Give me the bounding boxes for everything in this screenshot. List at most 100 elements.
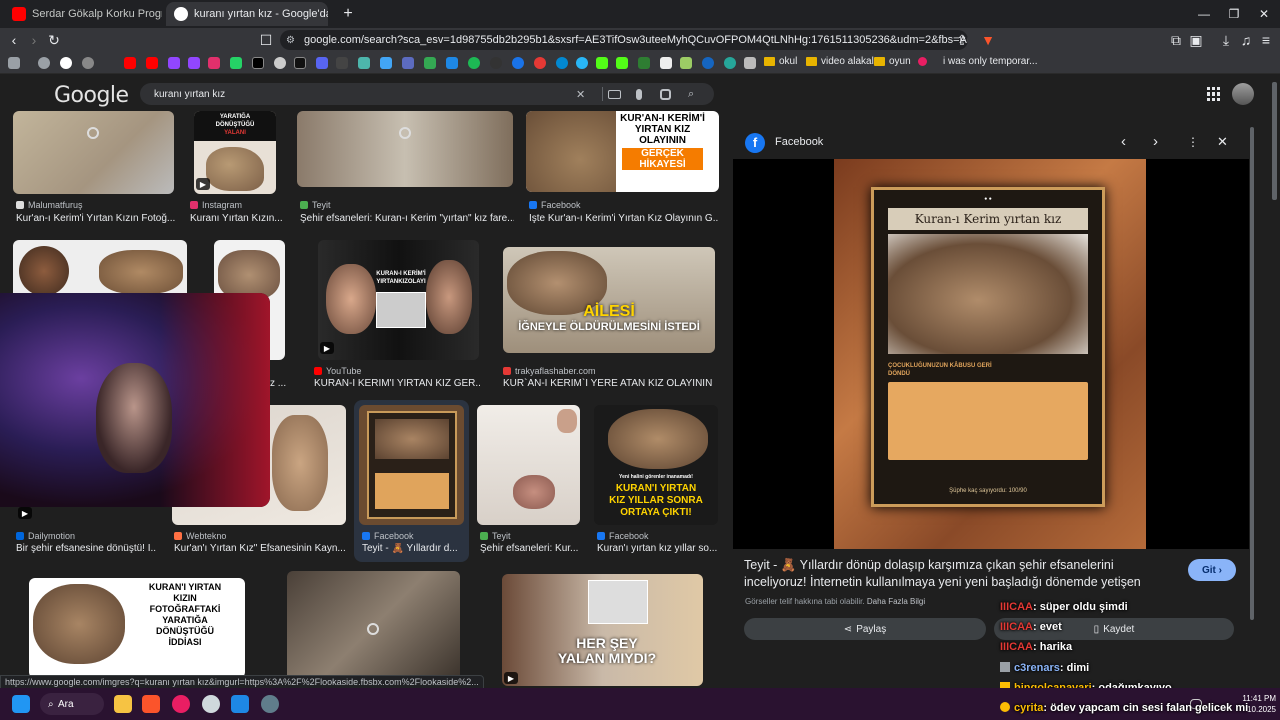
twitch-icon[interactable]	[188, 57, 200, 69]
result-thumbnail[interactable]: AİLESİ İĞNEYLE ÖLDÜRÜLMESİNİ İSTEDİ	[503, 247, 715, 353]
preview-image[interactable]: ● ● Kuran-ı Kerim yırtan kız ÇOCUKLUĞUNU…	[733, 159, 1249, 549]
page-scrollbar[interactable]	[1272, 82, 1277, 200]
history-icon[interactable]	[38, 57, 50, 69]
bookmark-icon[interactable]	[744, 57, 756, 69]
extensions-icon[interactable]: ⧉	[1166, 30, 1186, 50]
result-source[interactable]: trakyaflashaber.com	[503, 366, 596, 376]
site-settings-icon[interactable]: ⚙	[286, 35, 295, 46]
next-icon[interactable]: ›	[1153, 133, 1158, 150]
result-thumbnail[interactable]: KURAN-I KERİM'İ YIRTANKIZOLAYI ▶	[318, 240, 479, 360]
tiktok-icon[interactable]	[294, 57, 306, 69]
result-source[interactable]: YouTube	[314, 366, 361, 376]
address-bar[interactable]: ⚙ google.com/search?sca_esv=1d98755db2b2…	[280, 30, 968, 50]
download-icon[interactable]: ⤓	[1216, 30, 1236, 50]
close-icon[interactable]: ✕	[1217, 134, 1228, 150]
result-thumbnail[interactable]	[13, 111, 174, 194]
microphone-icon[interactable]	[636, 88, 642, 100]
result-title[interactable]: Kur'an'ı Yırtan Kız" Efsanesinin Kayn...	[174, 543, 346, 554]
lens-icon[interactable]	[660, 88, 671, 100]
minimize-button[interactable]: —	[1188, 0, 1220, 28]
result-source[interactable]: Dailymotion	[16, 531, 75, 541]
result-title[interactable]: Teyit - 🧸 Yıllardır d...	[362, 543, 464, 554]
photos-icon[interactable]	[231, 695, 249, 713]
forward-icon[interactable]: ›	[24, 30, 44, 50]
result-thumbnail[interactable]: KUR'AN-I KERİM'İ YIRTAN KIZ OLAYININ GERÇE…	[526, 111, 719, 192]
instagram-icon[interactable]	[208, 57, 220, 69]
apps-grid-icon[interactable]	[1207, 87, 1221, 101]
windows-start-icon[interactable]	[12, 695, 30, 713]
result-source[interactable]: Facebook	[529, 200, 581, 210]
result-thumbnail[interactable]: HER ŞEY YALAN MIYDI? ▶	[502, 574, 703, 686]
youtube-icon[interactable]	[124, 57, 136, 69]
image-description[interactable]: Teyit - 🧸 Yıllardır dönüp dolaşıp karşım…	[744, 557, 1174, 591]
kick-icon[interactable]	[596, 57, 608, 69]
tab-youtube[interactable]: Serdar Gökalp Korku Programı Bi	[4, 2, 162, 26]
result-title[interactable]: Bir şehir efsanesine dönüştü! İ...	[16, 543, 156, 554]
more-options-icon[interactable]: ⋮	[1187, 135, 1199, 149]
bookmark-temporary[interactable]: i was only temporar...	[918, 56, 1037, 67]
whatsapp-icon[interactable]	[230, 57, 242, 69]
more-info-link[interactable]: Daha Fazla Bilgi	[867, 597, 925, 606]
google-logo[interactable]: Google	[54, 83, 129, 108]
bookmark-icon[interactable]	[336, 57, 348, 69]
result-source[interactable]: Instagram	[190, 200, 242, 210]
bookmark-icon[interactable]	[380, 57, 392, 69]
result-title[interactable]: z ...	[270, 378, 292, 389]
share-button[interactable]: ⋖ Paylaş	[744, 618, 986, 640]
result-thumbnail[interactable]: YARATIĞA DÖNÜŞTÜĞÜ YALANI ▶	[194, 111, 276, 194]
bookmark-icon[interactable]	[512, 57, 524, 69]
kick-icon[interactable]	[616, 57, 628, 69]
brave-shield-icon[interactable]: ▼	[978, 30, 998, 50]
panel-scrollbar[interactable]	[1250, 127, 1254, 620]
bookmark-icon[interactable]	[402, 57, 414, 69]
bookmark-icon[interactable]	[82, 57, 94, 69]
telegram-icon[interactable]	[576, 57, 588, 69]
bookmark-folder-okul[interactable]: okul	[764, 56, 797, 67]
previous-icon[interactable]: ‹	[1121, 133, 1126, 150]
bookmark-icon[interactable]	[534, 57, 546, 69]
app-icon[interactable]	[202, 695, 220, 713]
close-window-button[interactable]: ✕	[1248, 0, 1280, 28]
result-thumbnail[interactable]: Yeni halini görenler inanamadı! KURAN'I …	[594, 405, 718, 525]
bookmark-icon[interactable]	[446, 57, 458, 69]
bookmark-icon[interactable]	[358, 57, 370, 69]
file-explorer-icon[interactable]	[114, 695, 132, 713]
result-thumbnail[interactable]: KURAN'I YIRTAN KIZIN FOTOĞRAFTAKİ YARATIĞA…	[29, 578, 245, 678]
bookmark-icon[interactable]	[702, 57, 714, 69]
taskbar-search[interactable]: ⌕ Ara	[40, 693, 104, 715]
result-title[interactable]: KURAN-I KERİM'İ YIRTAN KIZ GER...	[314, 378, 480, 389]
bookmark-icon[interactable]	[556, 57, 568, 69]
result-title[interactable]: KUR`AN-I KERİM`İ YERE ATAN KIZ OLAYININ …	[503, 378, 715, 389]
bookmark-icon[interactable]	[490, 57, 502, 69]
panel-source[interactable]: Facebook	[775, 136, 823, 148]
new-tab-button[interactable]: +	[332, 0, 364, 28]
drive-icon[interactable]	[424, 57, 436, 69]
result-title[interactable]: Kuranı Yırtan Kızın...	[190, 213, 282, 224]
sidebar-icon[interactable]: ▣	[1186, 30, 1206, 50]
bookmark-icon[interactable]	[638, 57, 650, 69]
result-source[interactable]: Malumatfuruş	[16, 200, 83, 210]
result-thumbnail[interactable]	[477, 405, 580, 525]
result-title[interactable]: Şehir efsaneleri: Kur...	[480, 543, 582, 554]
restore-button[interactable]: ❐	[1218, 0, 1250, 28]
twitch-icon[interactable]	[168, 57, 180, 69]
bookmark-icon[interactable]: ☐	[256, 30, 276, 50]
result-source[interactable]: Webtekno	[174, 531, 226, 541]
avatar[interactable]	[1232, 83, 1254, 105]
youtube-icon[interactable]	[146, 57, 158, 69]
result-thumbnail[interactable]	[359, 405, 464, 525]
media-player-icon[interactable]	[172, 695, 190, 713]
result-title[interactable]: Şehir efsaneleri: Kuran-ı Kerim "yırtan"…	[300, 213, 514, 224]
bookmark-folder-video[interactable]: video alakalı	[806, 56, 877, 67]
discord-icon[interactable]	[316, 57, 328, 69]
reload-icon[interactable]: ↻	[44, 30, 64, 50]
menu-icon[interactable]: ≡	[1256, 30, 1276, 50]
result-source[interactable]: Facebook	[597, 531, 649, 541]
keyboard-icon[interactable]	[608, 89, 621, 99]
result-thumbnail[interactable]	[297, 111, 513, 187]
apps-icon[interactable]	[8, 57, 20, 69]
bookmark-folder-oyun[interactable]: oyun	[874, 56, 911, 67]
brave-icon[interactable]	[142, 695, 160, 713]
obs-icon[interactable]	[261, 695, 279, 713]
x-icon[interactable]	[252, 57, 264, 69]
